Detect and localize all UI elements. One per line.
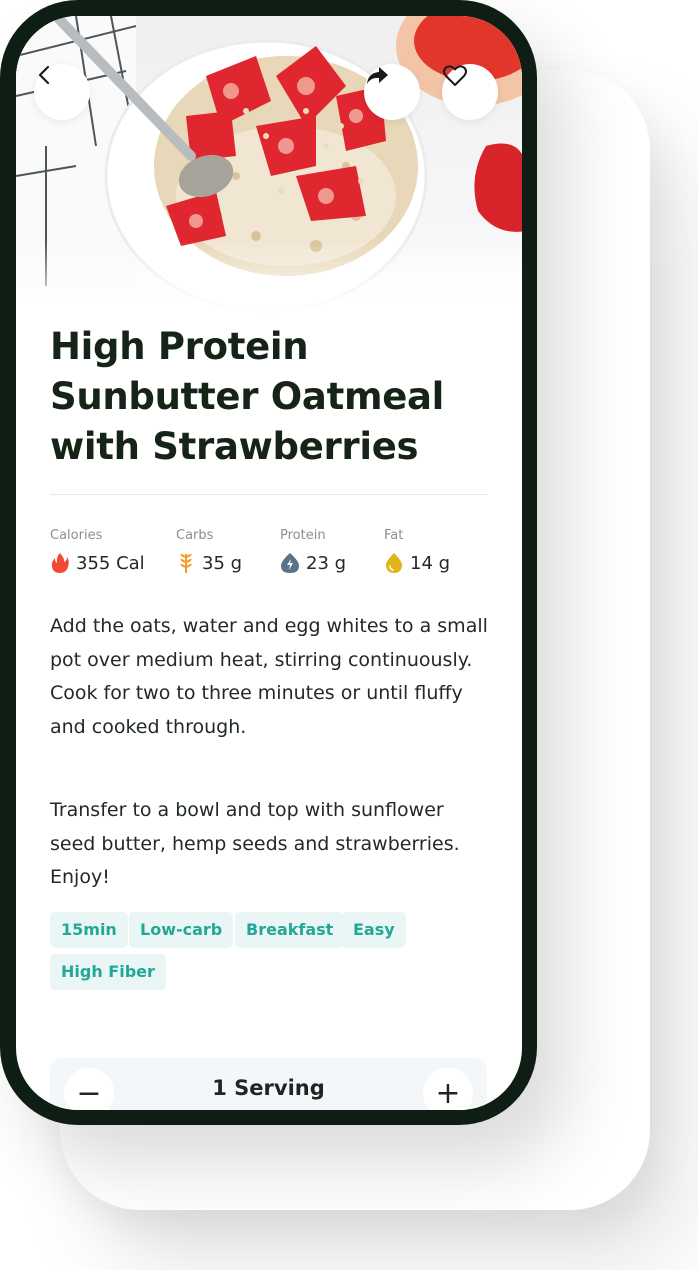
nutrition-protein: Protein 23 g (280, 528, 346, 574)
nutrition-value: 23 g (306, 552, 347, 574)
nutrition-label: Fat (384, 528, 404, 543)
instruction-step-2: Transfer to a bowl and top with sunflowe… (50, 799, 460, 888)
tag-chip[interactable]: Easy (342, 912, 406, 948)
drop-icon (385, 553, 403, 573)
phone-frame: High Protein Sunbutter Oatmeal with Stra… (0, 0, 537, 1125)
nutrition-value: 355 Cal (76, 552, 145, 574)
bolt-icon (281, 553, 299, 573)
increase-serving-button[interactable]: + (423, 1068, 473, 1110)
serving-label: 1 Serving (212, 1076, 325, 1100)
chevron-left-icon (38, 65, 50, 85)
nutrition-label: Protein (280, 528, 326, 543)
heart-outline-icon (443, 65, 467, 86)
share-arrow-icon (367, 67, 388, 84)
tag-chip[interactable]: High Fiber (50, 954, 166, 990)
recipe-title: High Protein Sunbutter Oatmeal with Stra… (50, 325, 445, 468)
recipe-hero-image (16, 16, 522, 316)
nutrition-label: Calories (50, 528, 103, 543)
phone-screen: High Protein Sunbutter Oatmeal with Stra… (16, 16, 522, 1110)
nutrition-summary: Calories 355 Cal Carbs 35 g Protein 23 g… (50, 528, 488, 588)
flame-icon (51, 553, 69, 573)
nutrition-carbs: Carbs 35 g (176, 528, 242, 574)
oatmeal-bowl-illustration (16, 16, 522, 316)
share-button[interactable] (364, 64, 420, 120)
favorite-button[interactable] (442, 64, 498, 120)
tag-chip[interactable]: Breakfast (235, 912, 345, 948)
nutrition-calories: Calories 355 Cal (50, 528, 145, 574)
tag-chip[interactable]: Low-carb (129, 912, 234, 948)
nutrition-value: 14 g (410, 552, 451, 574)
title-divider (50, 494, 488, 495)
nutrition-label: Carbs (176, 528, 214, 543)
nutrition-fat: Fat 14 g (384, 528, 450, 574)
nutrition-value: 35 g (202, 552, 243, 574)
tag-chip[interactable]: 15min (50, 912, 128, 948)
instruction-step-1: Add the oats, water and egg whites to a … (50, 615, 488, 738)
back-button[interactable] (34, 64, 90, 120)
wheat-icon (180, 554, 192, 573)
serving-stepper: − 1 Serving + (50, 1058, 487, 1110)
